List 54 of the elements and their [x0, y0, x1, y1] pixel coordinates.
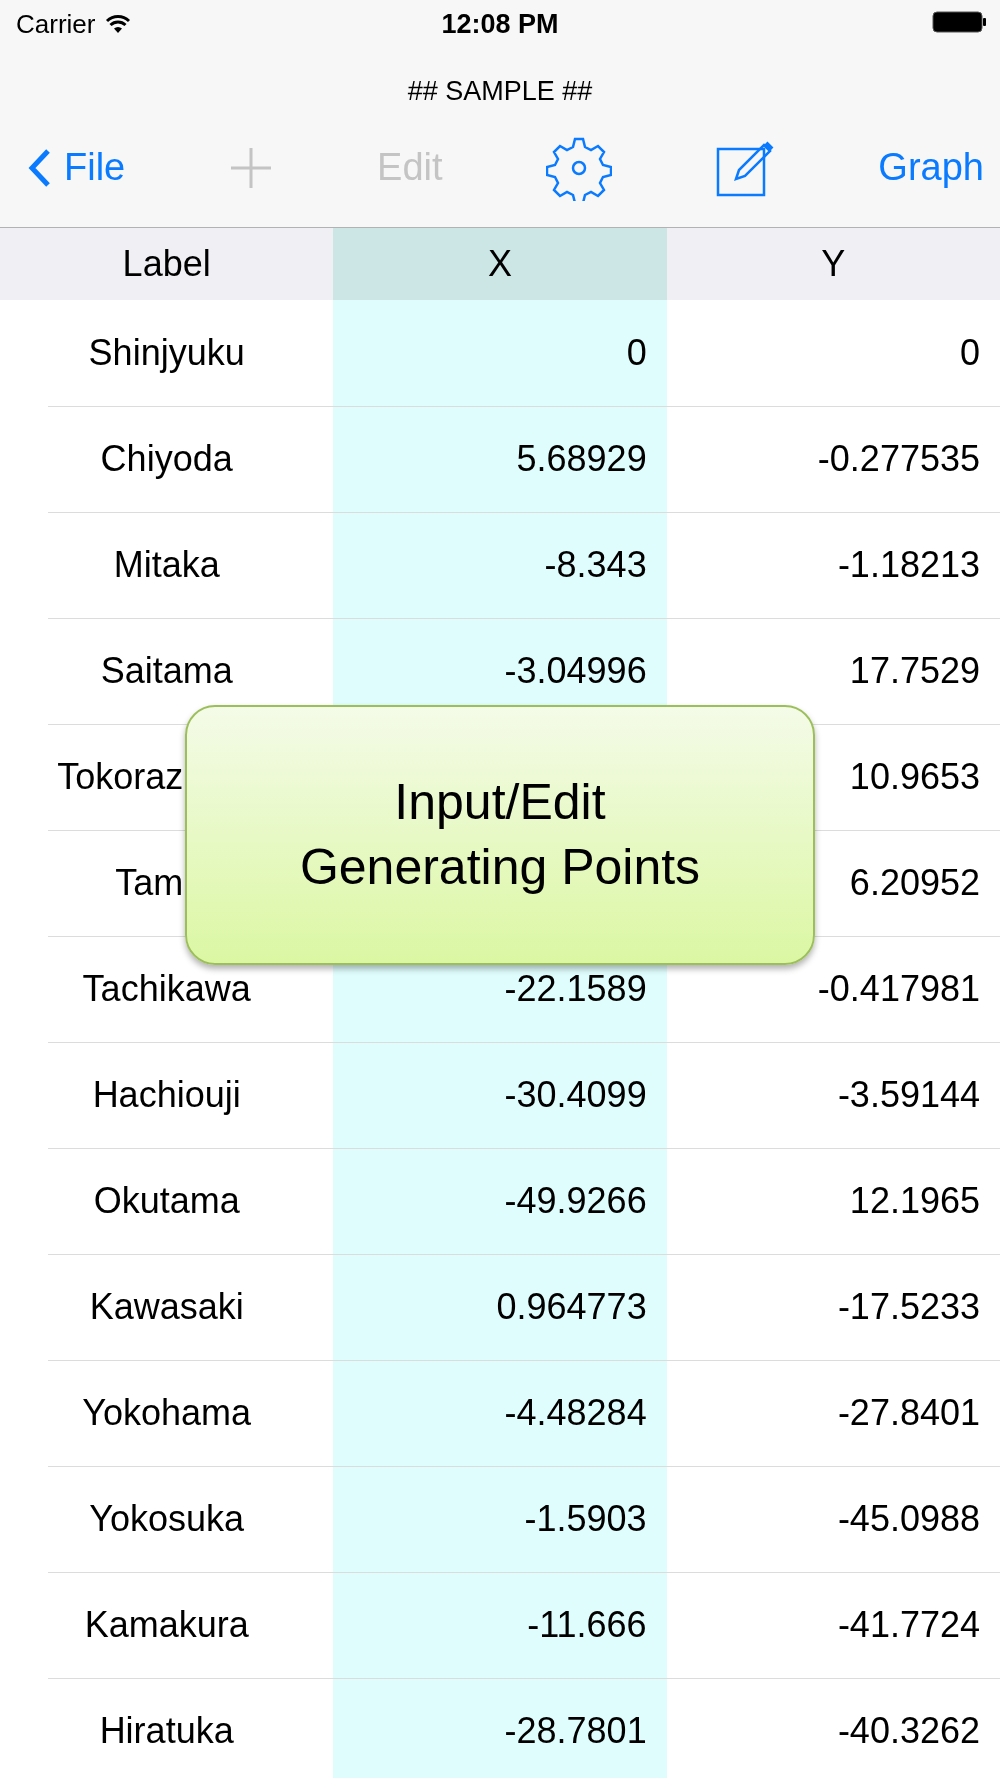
table-cell: Tokoraz	[57, 756, 184, 798]
table-cell: -30.4099	[504, 1074, 647, 1116]
table-cell: Hiratuka	[99, 1710, 234, 1752]
table-cell: Saitama	[100, 650, 233, 692]
table-cell: -28.7801	[504, 1710, 647, 1752]
table-cell: 5.68929	[516, 438, 647, 480]
table-cell: -8.343	[544, 544, 647, 586]
table-cell: 17.7529	[849, 650, 980, 692]
graph-button[interactable]: Graph	[878, 146, 984, 189]
table-cell: 0	[959, 332, 980, 374]
table-cell: -0.417981	[817, 968, 980, 1010]
table-cell: -40.3262	[837, 1710, 980, 1752]
table-cell: -0.277535	[817, 438, 980, 480]
table-cell: -45.0988	[837, 1498, 980, 1540]
table-cell: -22.1589	[504, 968, 647, 1010]
table-cell: Hachiouji	[92, 1074, 241, 1116]
chevron-left-icon	[28, 147, 52, 188]
table-cell: Tachikawa	[82, 968, 251, 1010]
table-cell: 0.964773	[496, 1286, 647, 1328]
column-header[interactable]: Y	[666, 228, 1000, 300]
table-cell: 0	[626, 332, 647, 374]
table-cell: Tam	[115, 862, 184, 904]
table-cell: -17.5233	[837, 1286, 980, 1328]
table-cell: -27.8401	[837, 1392, 980, 1434]
table-cell: 10.9653	[849, 756, 980, 798]
callout-text: Generating Points	[299, 838, 701, 897]
table-cell: -49.9266	[504, 1180, 647, 1222]
status-time: 12:08 PM	[440, 8, 560, 40]
document-title: ## SAMPLE ##	[406, 75, 594, 108]
table-cell: Okutama	[93, 1180, 240, 1222]
table-cell: -3.59144	[837, 1074, 980, 1116]
table-cell: 6.20952	[849, 862, 980, 904]
table-cell: Kamakura	[84, 1604, 249, 1646]
table-cell: Yokohama	[82, 1392, 252, 1434]
table-cell: -1.18213	[837, 544, 980, 586]
table-cell: Kawasaki	[89, 1286, 244, 1328]
back-button[interactable]: File	[28, 146, 126, 189]
table-cell: -41.7724	[837, 1604, 980, 1646]
table-cell: -11.666	[527, 1604, 647, 1646]
table-cell: Shinjyuku	[88, 332, 245, 374]
callout-text: Input/Edit	[394, 773, 606, 832]
battery-icon	[932, 10, 988, 34]
wifi-icon	[105, 14, 132, 34]
table-cell: -4.48284	[504, 1392, 647, 1434]
column-header[interactable]: X	[333, 228, 667, 300]
column-header[interactable]: Label	[0, 228, 334, 300]
plus-icon	[229, 145, 274, 190]
table-cell: Mitaka	[113, 544, 220, 586]
carrier-name: Carrier	[16, 8, 96, 40]
table-cell: 12.1965	[849, 1180, 980, 1222]
table-cell: Yokosuka	[89, 1498, 245, 1540]
table-cell: Chiyoda	[100, 438, 233, 480]
table-cell: -3.04996	[504, 650, 647, 692]
table-cell: -1.5903	[524, 1498, 647, 1540]
